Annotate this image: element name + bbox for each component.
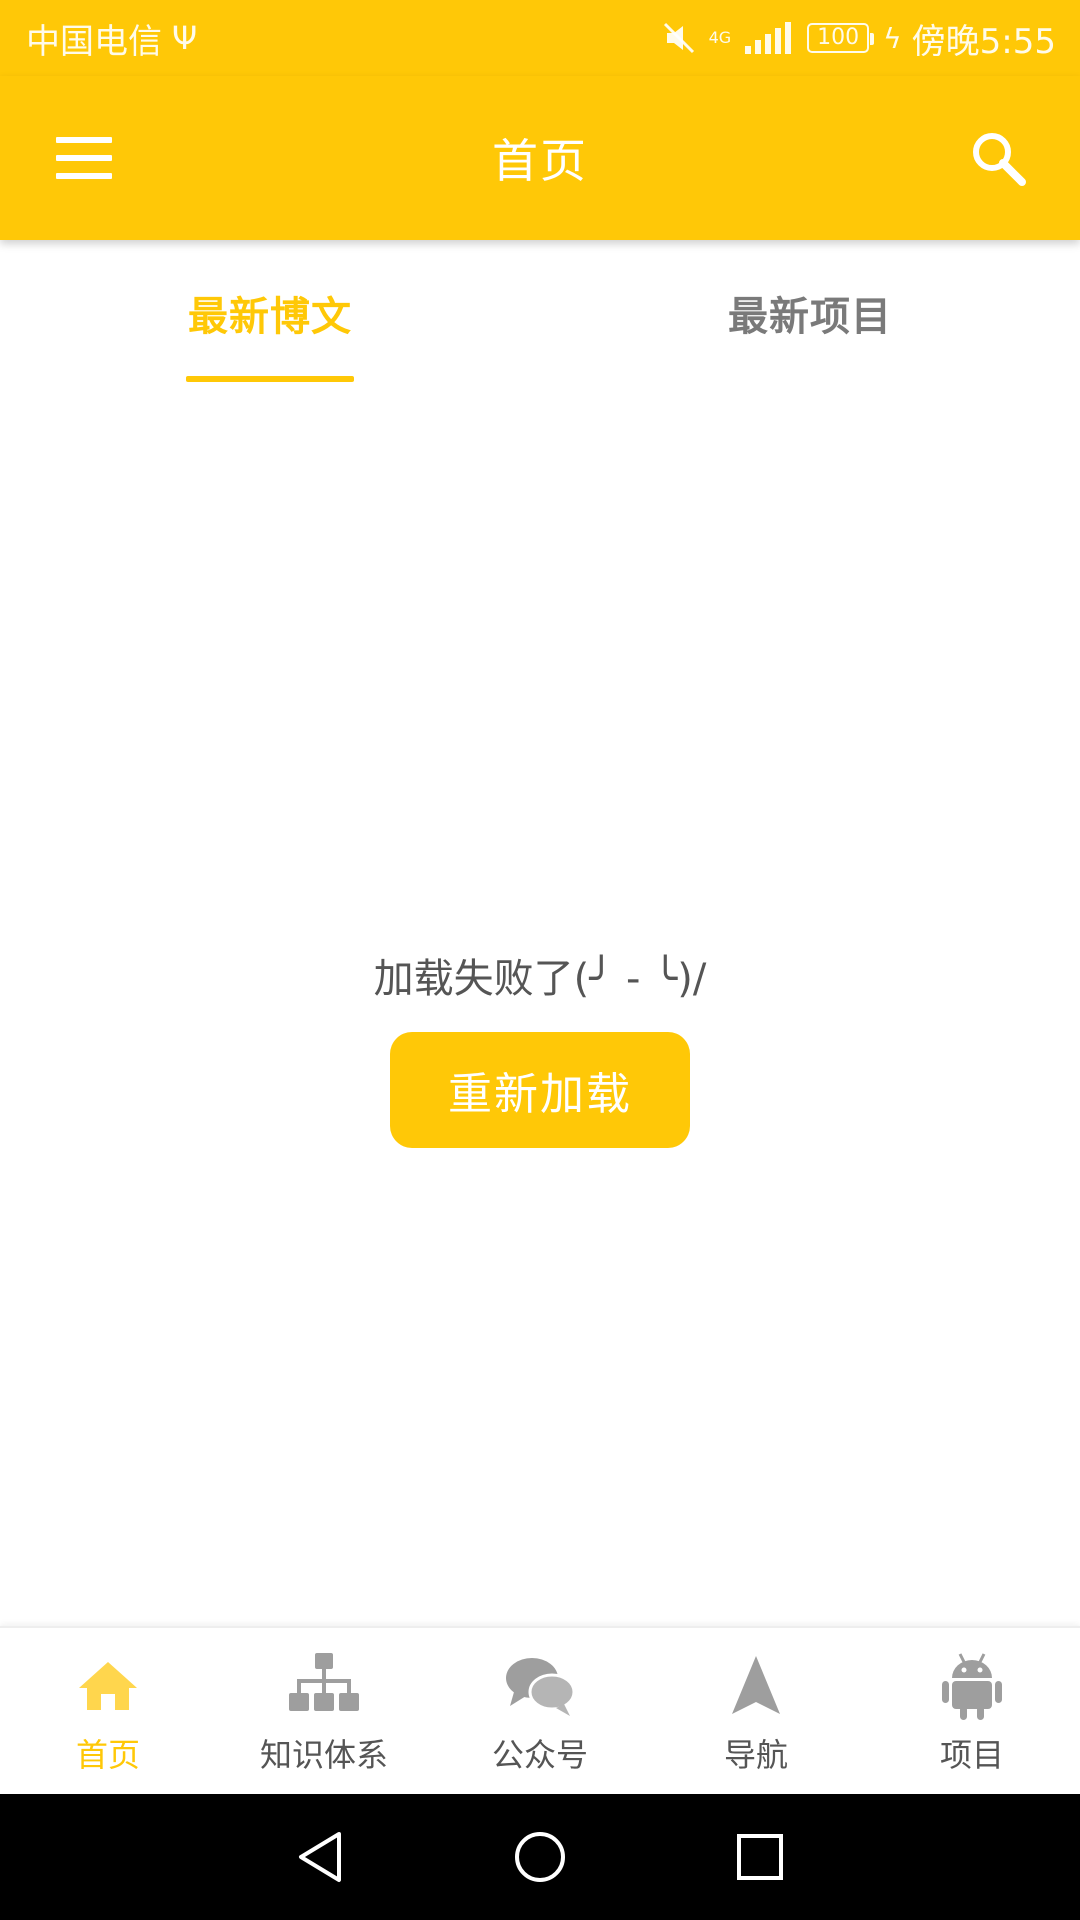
bottom-navigation: 首页 知识体系 公众号 导航 项目 [0,1626,1080,1794]
page-title: 首页 [492,134,588,188]
search-button[interactable] [954,114,1042,202]
carrier-label: 中国电信 [26,21,162,62]
recents-button[interactable] [725,1822,795,1892]
reload-button[interactable]: 重新加载 [390,1032,690,1148]
nav-label: 导航 [723,1736,788,1774]
nav-item-home[interactable]: 首页 [0,1628,216,1794]
tab-indicator [186,376,354,382]
tab-bar: 最新博文 最新项目 [0,240,1080,386]
nav-label: 公众号 [491,1736,588,1774]
nav-item-knowledge[interactable]: 知识体系 [216,1628,432,1794]
tab-latest-projects[interactable]: 最新项目 [540,240,1080,386]
hamburger-line [56,155,112,161]
back-button[interactable] [285,1822,355,1892]
nav-item-projects[interactable]: 项目 [864,1628,1080,1794]
signal-icon [745,22,792,54]
navigation-arrow-icon [716,1650,796,1722]
hamburger-line [56,173,112,179]
mute-icon [663,22,694,54]
network-type-label: 4G [708,27,732,47]
recents-square-icon [737,1834,783,1880]
status-left: 中国电信 Ψ [26,14,197,63]
nav-item-navigation[interactable]: 导航 [648,1628,864,1794]
hierarchy-icon [284,1650,364,1722]
clock-label: 傍晚5:55 [911,21,1056,62]
chat-bubbles-icon [500,1650,580,1722]
app-toolbar: 首页 [0,76,1080,240]
battery-icon: 100 [807,23,875,53]
nav-label: 首页 [75,1736,140,1774]
android-icon [932,1650,1012,1722]
back-triangle-icon [299,1832,341,1882]
home-circle-icon [515,1832,565,1882]
nav-label: 知识体系 [259,1736,388,1774]
load-error-message: 加载失败了(╯ - ╰)/ [373,956,707,1002]
tab-label: 最新博文 [188,294,352,340]
tab-latest-posts[interactable]: 最新博文 [0,240,540,386]
nav-item-official-accounts[interactable]: 公众号 [432,1628,648,1794]
usb-icon: Ψ [172,19,198,57]
content-area: 加载失败了(╯ - ╰)/ 重新加载 [0,386,1080,1626]
system-navigation-bar [0,1794,1080,1920]
app-screen: 中国电信 Ψ 4G 100 ϟ 傍晚5:55 首页 最新博文 最新项目 加载失败… [0,0,1080,1920]
home-button[interactable] [505,1822,575,1892]
menu-button[interactable] [40,114,128,202]
home-icon [68,1650,148,1722]
nav-label: 项目 [939,1736,1004,1774]
tab-label: 最新项目 [728,294,892,340]
charging-bolt-icon: ϟ [883,21,902,55]
status-right: 4G 100 ϟ 傍晚5:55 [659,14,1056,63]
search-icon [973,133,1026,186]
status-bar: 中国电信 Ψ 4G 100 ϟ 傍晚5:55 [0,0,1080,76]
battery-level: 100 [817,25,860,50]
hamburger-menu-icon [56,137,112,143]
